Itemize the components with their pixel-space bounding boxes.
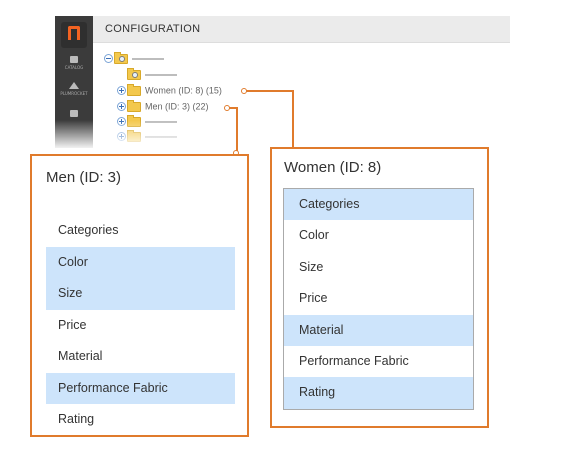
tree-root[interactable]	[104, 51, 164, 65]
redacted-label	[145, 73, 177, 76]
list-item[interactable]: Rating	[284, 377, 473, 409]
connector-line	[246, 90, 294, 92]
page-title: CONFIGURATION	[105, 23, 201, 35]
men-panel: Men (ID: 3) Categories Color Size Price Mate…	[30, 154, 249, 437]
women-panel-title: Women (ID: 8)	[284, 159, 382, 176]
redacted-label	[132, 57, 164, 60]
men-panel-title: Men (ID: 3)	[46, 169, 122, 186]
women-attribute-list[interactable]: Categories Color Size Price Material Performa…	[283, 188, 474, 410]
tree-item-label: Women (ID: 8) (15)	[145, 85, 222, 96]
folder-icon	[114, 51, 128, 64]
nav-item-label: CATALOG	[64, 65, 84, 70]
list-item[interactable]: Size	[46, 278, 235, 310]
men-attribute-list: Categories Color Size Price Material Performa…	[46, 215, 235, 436]
triangle-icon	[69, 82, 79, 89]
nav-item-page[interactable]	[55, 110, 93, 119]
list-item[interactable]: Color	[46, 246, 235, 278]
list-item[interactable]: Performance Fabric	[46, 372, 235, 404]
nav-item-plumrocket[interactable]: PLUMROCKET	[55, 82, 93, 96]
list-item[interactable]: Categories	[46, 215, 235, 247]
admin-header: CONFIGURATION	[93, 16, 510, 43]
page-icon	[70, 110, 78, 117]
list-item[interactable]: Rating	[46, 404, 235, 436]
expand-icon[interactable]	[117, 86, 126, 96]
list-item[interactable]: Categories	[284, 189, 473, 221]
nav-item-label: PLUMROCKET	[60, 91, 88, 96]
list-item[interactable]: Material	[46, 341, 235, 373]
connector-line	[292, 90, 294, 148]
expand-icon[interactable]	[117, 102, 126, 112]
list-item[interactable]: Color	[284, 220, 473, 251]
tree-item[interactable]	[127, 67, 177, 81]
connector-line	[236, 107, 238, 151]
tree-item-women[interactable]: Women (ID: 8) (15)	[117, 83, 222, 97]
cube-icon	[70, 56, 78, 63]
folder-icon	[127, 67, 141, 80]
list-item[interactable]: Performance Fabric	[284, 346, 473, 377]
tree-item-label: Men (ID: 3) (22)	[145, 101, 209, 112]
list-item[interactable]: Material	[284, 314, 473, 346]
collapse-icon[interactable]	[104, 54, 113, 64]
list-item[interactable]: Price	[46, 310, 235, 342]
nav-item-catalog[interactable]: CATALOG	[55, 56, 93, 70]
fade-overlay	[40, 120, 530, 150]
tree-item-men[interactable]: Men (ID: 3) (22)	[117, 99, 209, 113]
magento-logo-icon[interactable]	[61, 22, 87, 48]
folder-icon	[127, 99, 141, 112]
list-item[interactable]: Size	[284, 252, 473, 283]
women-panel: Women (ID: 8) Categories Color Size Price Ma…	[270, 147, 489, 428]
list-item[interactable]: Price	[284, 283, 473, 314]
folder-icon	[127, 83, 141, 96]
